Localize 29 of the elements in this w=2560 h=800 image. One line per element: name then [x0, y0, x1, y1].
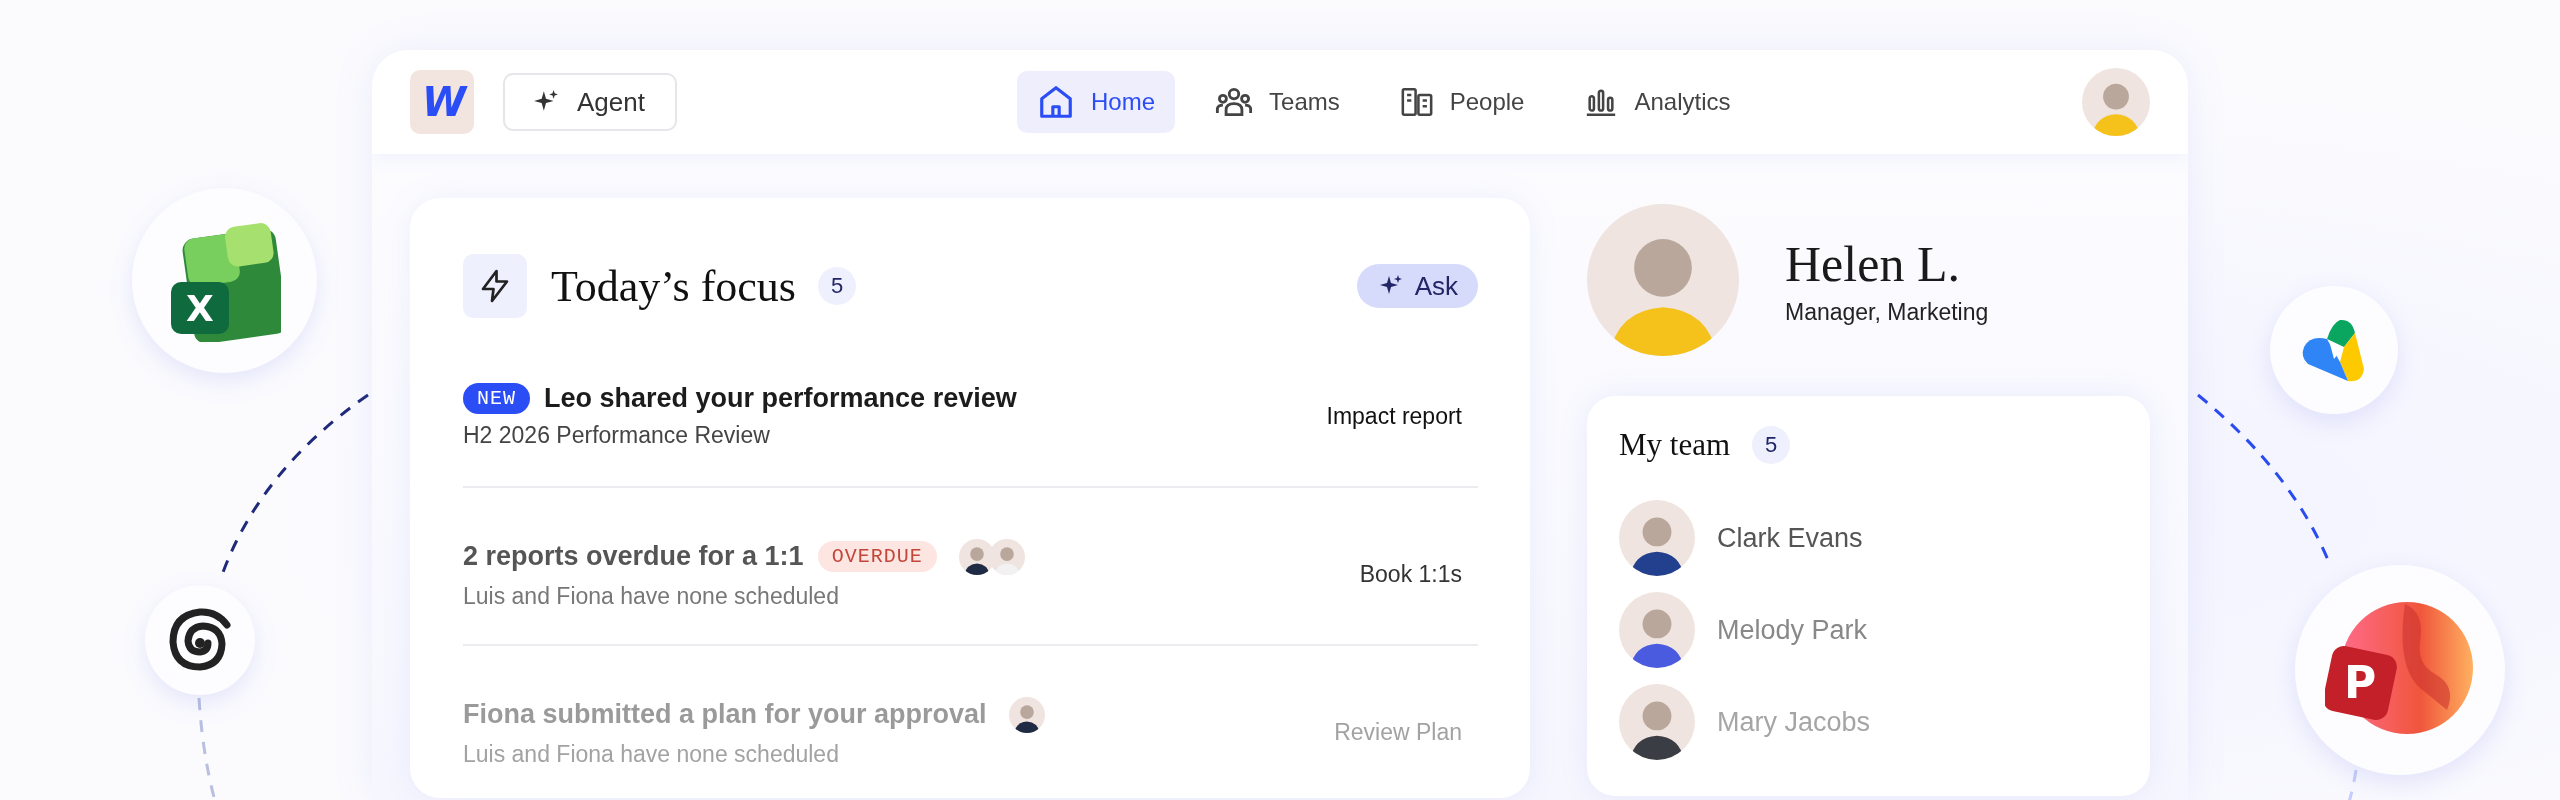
logo[interactable]: W: [410, 70, 474, 134]
item-subtitle: Luis and Fiona have none scheduled: [463, 582, 840, 610]
home-icon: [1037, 83, 1075, 121]
member-name[interactable]: Melody Park: [1717, 614, 1868, 646]
item-subtitle: H2 2026 Performance Review: [463, 422, 771, 449]
card-title: Today’s focus: [551, 260, 796, 312]
nav-tab[interactable]: Teams: [1195, 71, 1360, 133]
nav-tab[interactable]: People: [1379, 71, 1545, 133]
profile-name: Helen L.: [1785, 234, 1961, 293]
nav-tab[interactable]: Analytics: [1564, 71, 1751, 133]
agent-button[interactable]: Agent: [503, 73, 677, 131]
item-subtitle: Luis and Fiona have none scheduled: [463, 740, 840, 768]
profile-role: Manager, Marketing: [1785, 298, 1989, 326]
card-title: My team: [1619, 427, 1731, 463]
item-title[interactable]: Leo shared your performance review: [544, 383, 1017, 414]
member-name[interactable]: Clark Evans: [1717, 522, 1863, 554]
avatar: [1008, 696, 1045, 733]
action-link[interactable]: Impact report: [1310, 402, 1478, 430]
status-badge: OVERDUE: [817, 541, 937, 572]
item-title[interactable]: 2 reports overdue for a 1:1: [463, 541, 804, 572]
id-card-icon: [1399, 85, 1434, 119]
spiral-icon: [167, 607, 233, 673]
count-badge: 5: [818, 267, 856, 305]
status-badge: NEW: [463, 383, 530, 414]
lightning-icon: [463, 254, 527, 318]
ask-button[interactable]: Ask: [1356, 264, 1478, 308]
count-badge: 5: [1752, 426, 1791, 464]
nav-tab[interactable]: Home: [1017, 71, 1176, 133]
action-link[interactable]: Book 1:1s: [1343, 560, 1478, 588]
